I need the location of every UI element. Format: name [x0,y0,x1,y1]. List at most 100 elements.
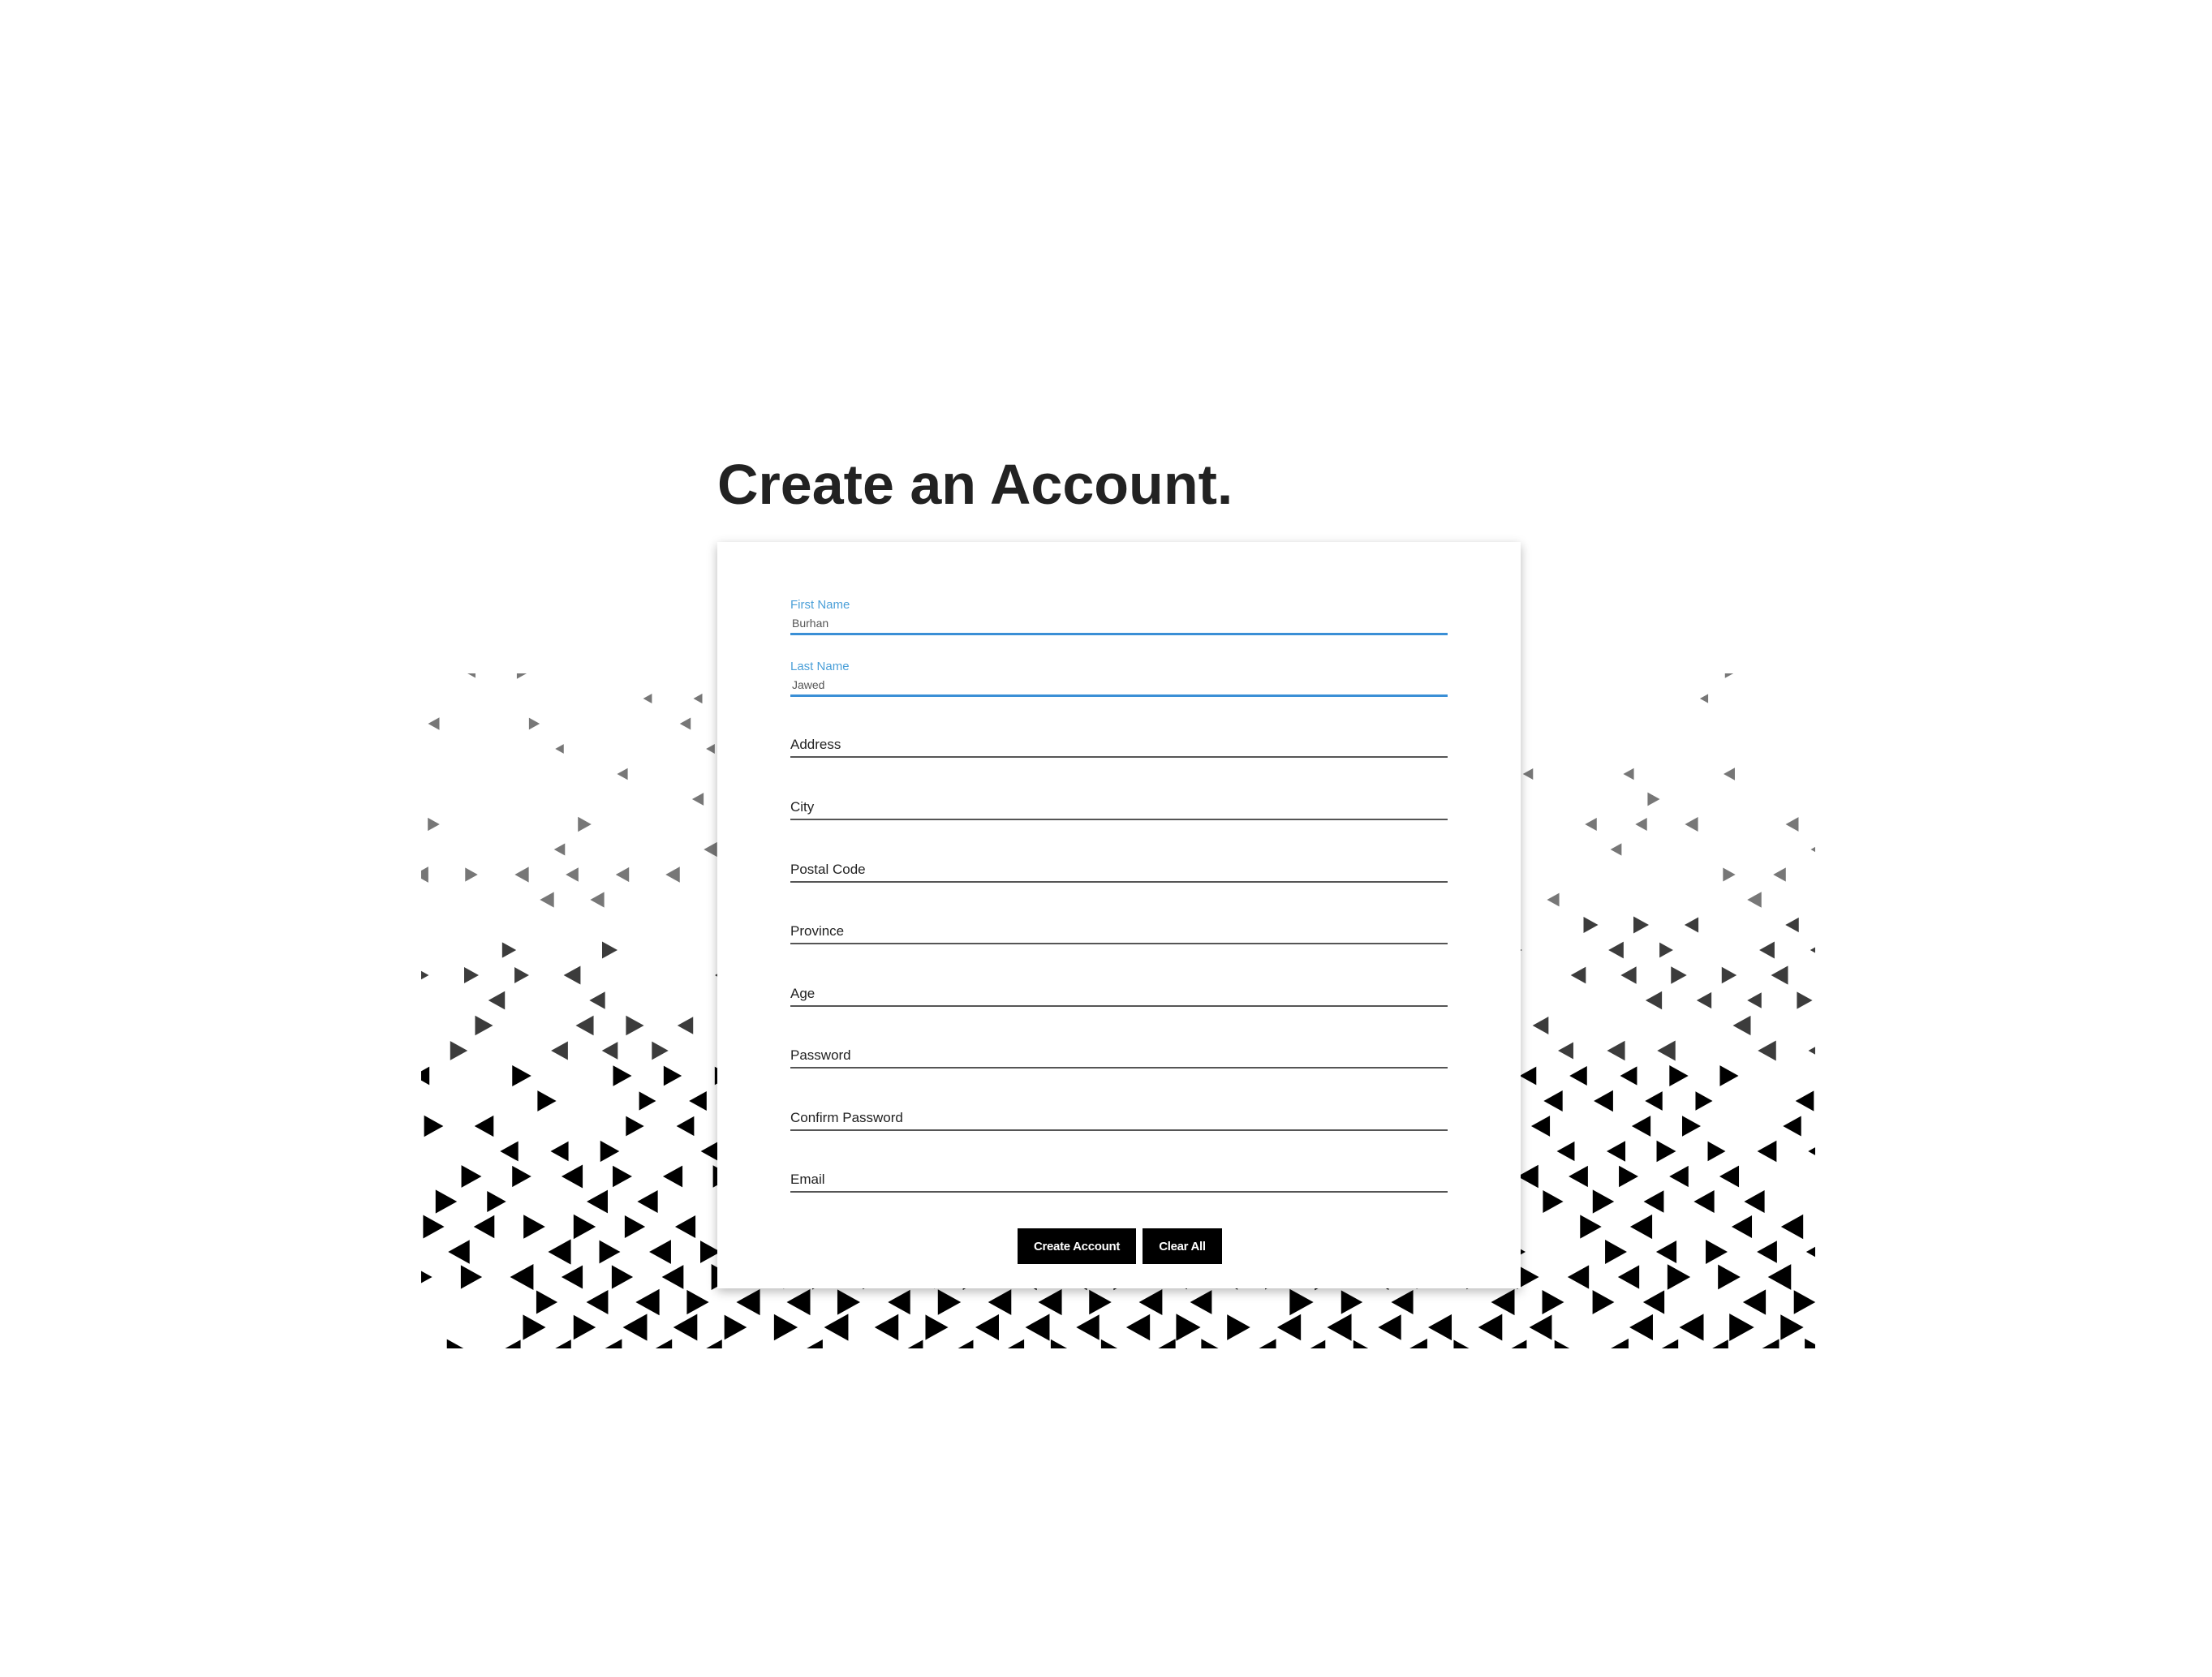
pattern-triangle [1657,1040,1676,1061]
pattern-triangle [1158,1339,1176,1348]
first-name-field[interactable]: First Name Burhan [790,594,1448,635]
pattern-triangle [1289,1288,1314,1316]
postal-code-field[interactable]: Postal Code [790,842,1448,883]
pattern-triangle [1570,966,1586,984]
email-field[interactable]: Email [790,1152,1448,1193]
pattern-triangle [528,717,540,730]
pattern-triangle [1757,1241,1777,1263]
pattern-triangle [1517,1164,1539,1189]
pattern-triangle [1729,1314,1754,1341]
pattern-triangle [1227,1314,1250,1340]
pattern-triangle [600,1140,620,1163]
pattern-triangle [505,1339,521,1348]
pattern-triangle [1780,1314,1804,1340]
pattern-triangle [587,1189,608,1214]
pattern-triangle [679,717,691,730]
confirm-password-field[interactable]: Confirm Password [790,1090,1448,1131]
pattern-triangle [421,970,429,980]
pattern-triangle [1808,1047,1815,1055]
pattern-triangle [1532,1017,1549,1034]
pattern-triangle [1669,1065,1689,1086]
pattern-triangle [639,1091,656,1111]
pattern-triangle [487,1190,506,1213]
pattern-triangle [874,1314,899,1341]
pattern-triangle [1631,1116,1651,1137]
pattern-triangle [1176,1314,1201,1341]
last-name-field[interactable]: Last Name Jawed [790,656,1448,697]
pattern-triangle [626,1015,644,1036]
pattern-triangle [677,1017,694,1034]
pattern-triangle [573,1214,596,1240]
pattern-triangle [605,1339,622,1348]
age-label: Age [790,986,816,1001]
pattern-triangle [786,1288,811,1316]
pattern-triangle [1685,817,1698,832]
pattern-triangle [1655,1241,1677,1263]
pattern-triangle [807,1339,823,1348]
email-label: Email [790,1172,825,1187]
pattern-triangle [1025,1314,1050,1341]
pattern-triangle [1378,1314,1401,1340]
pattern-triangle [1529,1314,1552,1340]
pattern-triangle [435,1189,458,1214]
pattern-triangle [988,1289,1012,1315]
pattern-triangle [1619,1165,1638,1188]
pattern-triangle [1785,917,1799,933]
pattern-triangle [1759,941,1775,959]
pattern-triangle [1724,673,1734,678]
password-field[interactable]: Password [790,1028,1448,1069]
city-field[interactable]: City [790,780,1448,820]
pattern-triangle [555,1339,571,1348]
clear-all-button[interactable]: Clear All [1143,1228,1222,1264]
pattern-triangle [599,1240,621,1264]
pattern-triangle [693,693,703,704]
pattern-triangle [563,965,581,985]
page-title: Create an Account. [717,453,1233,516]
pattern-triangle [665,866,680,883]
pattern-triangle [586,1290,609,1314]
pattern-triangle [602,941,618,959]
pattern-triangle [1808,1147,1815,1155]
pattern-triangle [512,1165,531,1188]
pattern-triangle [1511,1339,1527,1348]
pattern-triangle [837,1289,861,1315]
pattern-triangle [1554,1339,1570,1348]
pattern-triangle [1635,817,1647,832]
last-name-value: Jawed [792,678,825,691]
pattern-triangle [540,892,554,908]
address-field[interactable]: Address [790,717,1448,758]
pattern-triangle [663,1065,682,1086]
pattern-triangle [1645,991,1663,1010]
pattern-triangle [553,843,566,856]
pattern-triangle [1608,941,1624,959]
age-field[interactable]: Age [790,966,1448,1007]
pattern-triangle [1522,768,1534,780]
pattern-triangle [514,866,529,883]
pattern-triangle [1723,867,1736,882]
pattern-triangle [1742,1289,1767,1315]
pattern-triangle [514,967,529,983]
pattern-triangle [523,1314,546,1340]
pattern-triangle [500,1141,519,1162]
pattern-triangle [662,1165,683,1188]
pattern-triangle [536,1290,558,1314]
create-account-button[interactable]: Create Account [1018,1228,1136,1264]
pattern-triangle [1543,1090,1563,1112]
pattern-triangle [1276,1314,1302,1341]
pattern-triangle [465,867,478,882]
pattern-triangle [691,793,704,806]
pattern-triangle [1547,892,1560,907]
pattern-triangle [686,1289,709,1315]
pattern-triangle [448,1240,470,1264]
pattern-triangle [463,966,480,984]
pattern-triangle [1567,1265,1590,1289]
pattern-triangle [1633,916,1650,934]
pattern-triangle [1592,1290,1615,1314]
pattern-triangle [1707,1141,1726,1162]
pattern-triangle [1744,1190,1765,1213]
pattern-triangle [423,1215,445,1239]
pattern-triangle [1542,1290,1564,1314]
province-field[interactable]: Province [790,904,1448,944]
pattern-triangle [450,1041,468,1060]
pattern-triangle [1719,1165,1740,1188]
